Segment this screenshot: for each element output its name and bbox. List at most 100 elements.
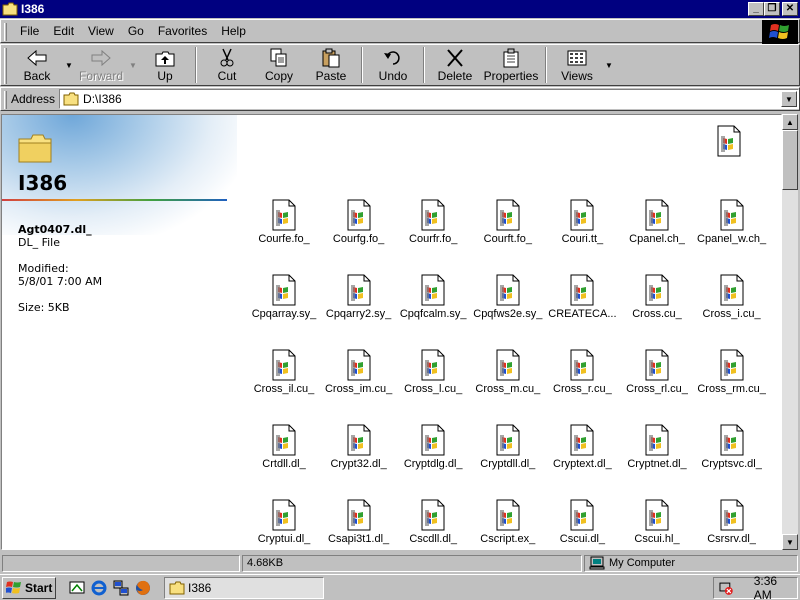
views-dropdown[interactable]: ▼ <box>603 45 615 85</box>
system-file-icon <box>496 274 520 306</box>
file-item[interactable]: Crypt32.dl_ <box>322 424 396 470</box>
system-file-icon <box>347 274 371 306</box>
file-item[interactable]: Cross_m.cu_ <box>471 349 545 395</box>
address-grip[interactable] <box>4 91 7 109</box>
file-item[interactable]: Cryptsvc.dl_ <box>695 424 769 470</box>
show-desktop-icon[interactable] <box>68 579 86 597</box>
minimize-button[interactable]: _ <box>748 2 764 16</box>
close-button[interactable]: ✕ <box>782 2 798 16</box>
maximize-button[interactable]: ❐ <box>764 2 780 16</box>
file-item[interactable]: Courfg.fo_ <box>322 199 396 245</box>
back-dropdown[interactable]: ▼ <box>63 45 75 85</box>
address-dropdown-button[interactable]: ▼ <box>781 91 797 107</box>
file-item[interactable]: Cross_rm.cu_ <box>695 349 769 395</box>
file-name: Cross_il.cu_ <box>253 383 315 395</box>
file-item[interactable]: Csrsrv.dl_ <box>695 499 769 545</box>
firefox-icon[interactable] <box>134 579 152 597</box>
scroll-down-button[interactable]: ▼ <box>782 534 798 550</box>
undo-label: Undo <box>378 69 408 83</box>
windows-logo-icon <box>762 20 798 44</box>
title-bar[interactable]: I386 _ ❐ ✕ <box>0 0 800 18</box>
menu-edit[interactable]: Edit <box>46 24 81 38</box>
file-item[interactable]: Cross_r.cu_ <box>545 349 619 395</box>
file-item[interactable]: Cscui.dl_ <box>545 499 619 545</box>
views-button[interactable]: Views <box>551 45 603 85</box>
file-name: Cryptsvc.dl_ <box>701 458 762 470</box>
file-item[interactable]: Cscui.hl_ <box>620 499 694 545</box>
file-item[interactable]: Crtdll.dl_ <box>247 424 321 470</box>
file-name: Cpanel_w.ch_ <box>697 233 767 245</box>
folder-view[interactable]: I386 Agt0407.dl_ DL_ File Modified: 5/8/… <box>1 114 782 550</box>
file-item[interactable]: Cryptdlg.dl_ <box>396 424 470 470</box>
file-item[interactable]: Cross_im.cu_ <box>322 349 396 395</box>
toolbar-grip[interactable] <box>4 48 7 84</box>
file-item[interactable]: Cross_rl.cu_ <box>620 349 694 395</box>
file-item[interactable]: Cross.cu_ <box>620 274 694 320</box>
file-item[interactable]: Courfr.fo_ <box>396 199 470 245</box>
file-item[interactable]: Cryptext.dl_ <box>545 424 619 470</box>
copy-label: Copy <box>264 69 293 83</box>
file-item[interactable]: Couri.tt_ <box>545 199 619 245</box>
back-button[interactable]: Back <box>11 45 63 85</box>
file-item[interactable]: Courft.fo_ <box>471 199 545 245</box>
file-item[interactable]: Cross_il.cu_ <box>247 349 321 395</box>
file-item[interactable]: Cryptui.dl_ <box>247 499 321 545</box>
file-name: Cpqarry2.sy_ <box>325 308 392 320</box>
file-item-partial[interactable] <box>692 125 766 157</box>
cut-button[interactable]: Cut <box>201 45 253 85</box>
folder-icon <box>63 92 79 106</box>
system-file-icon <box>272 349 296 381</box>
menu-go[interactable]: Go <box>121 24 151 38</box>
paste-button[interactable]: Paste <box>305 45 357 85</box>
forward-button[interactable]: Forward <box>75 45 127 85</box>
file-item[interactable]: Cross_i.cu_ <box>695 274 769 320</box>
computer-icon <box>589 556 605 570</box>
clock[interactable]: 3:36 AM <box>754 574 797 600</box>
selected-file-name: Agt0407.dl_ <box>18 223 92 236</box>
selected-file-type: DL_ File <box>18 236 61 249</box>
copy-button[interactable]: Copy <box>253 45 305 85</box>
status-bar: 4.68KB My Computer <box>0 553 800 573</box>
vertical-scrollbar[interactable]: ▲ ▼ <box>782 114 798 550</box>
file-name: Couri.tt_ <box>561 233 604 245</box>
undo-button[interactable]: Undo <box>367 45 419 85</box>
folder-icon <box>2 2 18 16</box>
status-zone-label: My Computer <box>609 557 676 569</box>
file-item[interactable]: Cpanel.ch_ <box>620 199 694 245</box>
file-item[interactable]: Cpqarry2.sy_ <box>322 274 396 320</box>
start-button[interactable]: Start <box>2 576 56 599</box>
forward-dropdown[interactable]: ▼ <box>127 45 139 85</box>
scroll-thumb[interactable] <box>782 130 798 190</box>
file-item[interactable]: Cpqarray.sy_ <box>247 274 321 320</box>
up-button[interactable]: Up <box>139 45 191 85</box>
file-item[interactable]: Courfe.fo_ <box>247 199 321 245</box>
scroll-up-button[interactable]: ▲ <box>782 114 798 130</box>
file-item[interactable]: Cpqfws2e.sy_ <box>471 274 545 320</box>
file-item[interactable]: Cross_l.cu_ <box>396 349 470 395</box>
back-arrow-icon <box>27 49 47 67</box>
file-item[interactable]: Cryptnet.dl_ <box>620 424 694 470</box>
file-icon-grid: Courfe.fo_ Courfg.fo_ Courfr.fo_ Courft.fo_… <box>247 115 777 549</box>
menu-grip[interactable] <box>4 23 7 41</box>
file-item[interactable]: Cscript.ex_ <box>471 499 545 545</box>
file-item[interactable]: Cpanel_w.ch_ <box>695 199 769 245</box>
file-item[interactable]: Cryptdll.dl_ <box>471 424 545 470</box>
system-file-icon <box>496 499 520 531</box>
address-input[interactable]: D:\I386 ▼ <box>59 89 799 109</box>
file-item[interactable]: CREATECA... <box>545 274 619 320</box>
properties-button[interactable]: Properties <box>481 45 541 85</box>
network-icon[interactable] <box>112 579 130 597</box>
menu-help[interactable]: Help <box>214 24 253 38</box>
delete-button[interactable]: Delete <box>429 45 481 85</box>
system-file-icon <box>272 199 296 231</box>
menu-favorites[interactable]: Favorites <box>151 24 214 38</box>
network-error-icon[interactable] <box>718 580 734 596</box>
internet-explorer-icon[interactable] <box>90 579 108 597</box>
menu-file[interactable]: File <box>13 24 46 38</box>
menu-view[interactable]: View <box>81 24 121 38</box>
file-item[interactable]: Cscdll.dl_ <box>396 499 470 545</box>
system-file-icon <box>720 199 744 231</box>
file-item[interactable]: Cpqfcalm.sy_ <box>396 274 470 320</box>
taskbar-button-i386[interactable]: I386 <box>164 576 324 599</box>
file-item[interactable]: Csapi3t1.dl_ <box>322 499 396 545</box>
